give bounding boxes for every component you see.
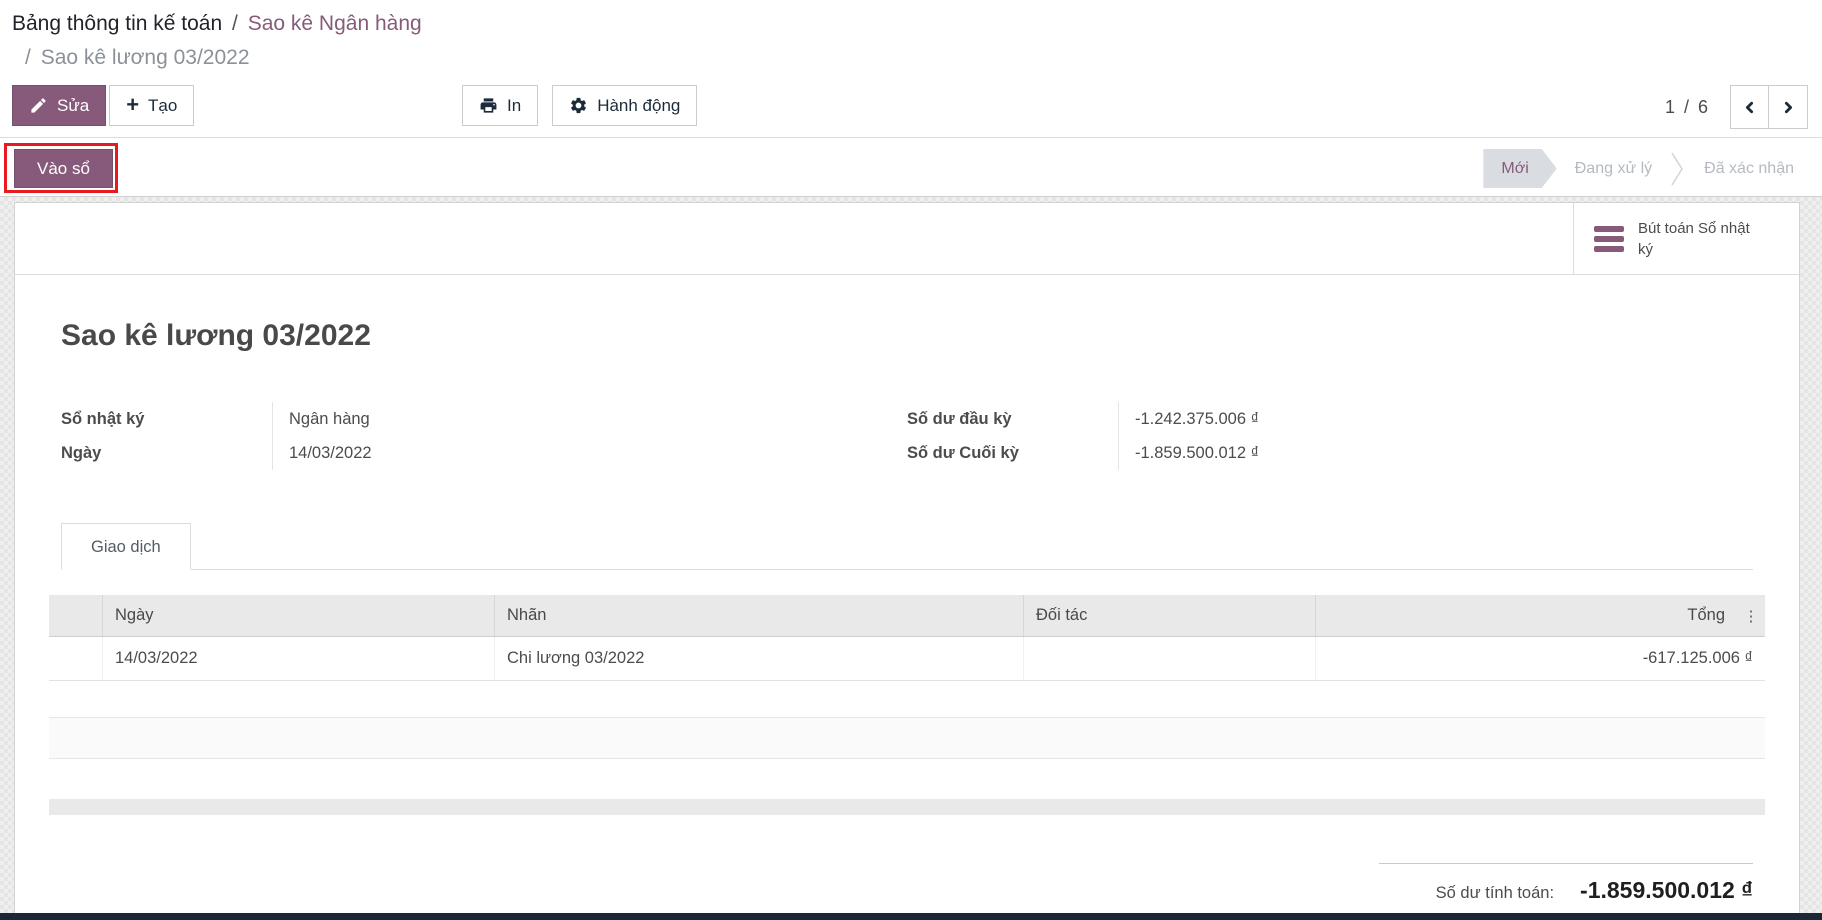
row-date-cell: 14/03/2022: [103, 637, 495, 680]
pager-value: 1 / 6: [1665, 97, 1710, 118]
status-step-processing[interactable]: Đang xử lý: [1557, 149, 1670, 188]
status-step-confirmed[interactable]: Đã xác nhận: [1686, 149, 1812, 188]
date-field-value: 14/03/2022: [272, 436, 532, 470]
statusbar: Vào sổ Mới Đang xử lý Đã xác nhận: [0, 137, 1822, 197]
row-total-cell: -617.125.006 ₫: [1316, 637, 1765, 680]
notebook: Giao dịch Ngày Nhãn Đối tác Tổng ⋮ 14/03…: [61, 522, 1753, 904]
printer-icon: [479, 96, 498, 115]
table-row[interactable]: 14/03/2022 Chi lương 03/2022 -617.125.00…: [49, 637, 1765, 681]
print-button[interactable]: In: [462, 85, 538, 126]
breadcrumb: Bảng thông tin kế toán / Sao kê Ngân hàn…: [0, 0, 1822, 75]
control-panel: Sửa + Tạo In Hành động 1 / 6: [0, 75, 1822, 137]
pencil-icon: [29, 96, 48, 115]
column-header-date[interactable]: Ngày: [103, 595, 495, 636]
statusbar-steps: Mới Đang xử lý Đã xác nhận: [1483, 149, 1812, 188]
step-separator-chevron-icon: [1670, 149, 1686, 188]
computed-balance-value: -1.859.500.012 ₫: [1580, 877, 1753, 904]
action-menu-button[interactable]: Hành động: [552, 85, 697, 126]
breadcrumb-item-bank-statements[interactable]: Sao kê Ngân hàng: [248, 12, 422, 35]
gear-icon: [569, 96, 588, 115]
form-sheet: Bút toán Sổ nhật ký Sao kê lương 03/2022…: [14, 202, 1800, 913]
starting-balance-label: Số dư đầu kỳ: [907, 410, 1118, 429]
computed-balance-label: Số dư tính toán:: [1436, 884, 1554, 903]
breadcrumb-item-current: Sao kê lương 03/2022: [41, 46, 250, 69]
transactions-table: Ngày Nhãn Đối tác Tổng ⋮ 14/03/2022 Chi …: [49, 595, 1765, 815]
button-box: Bút toán Sổ nhật ký: [15, 203, 1799, 275]
ending-balance-value: -1.859.500.012 ₫: [1118, 436, 1378, 470]
pager-previous-button[interactable]: [1730, 85, 1769, 129]
empty-striped-row: [49, 717, 1765, 759]
print-button-label: In: [507, 96, 521, 116]
edit-button[interactable]: Sửa: [12, 85, 106, 126]
journal-entries-bars-icon: [1594, 226, 1624, 252]
status-step-new[interactable]: Mới: [1483, 149, 1556, 188]
tab-transactions[interactable]: Giao dịch: [61, 523, 191, 570]
computed-balance: Số dư tính toán: -1.859.500.012 ₫: [1379, 863, 1753, 904]
field-groups: Sổ nhật ký Ngân hàng Ngày 14/03/2022 Số …: [61, 402, 1753, 470]
journal-field-value: Ngân hàng: [272, 402, 532, 436]
action-menu-button-label: Hành động: [597, 96, 680, 116]
journal-field-label: Sổ nhật ký: [61, 410, 272, 429]
row-handle-cell: [49, 637, 103, 680]
chevron-right-icon: [1780, 99, 1797, 116]
bottom-window-edge-bar: [0, 913, 1822, 920]
create-button[interactable]: + Tạo: [109, 85, 194, 126]
table-header-row: Ngày Nhãn Đối tác Tổng ⋮: [49, 595, 1765, 637]
row-partner-cell: [1024, 637, 1316, 680]
journal-entries-stat-label: Bút toán Sổ nhật ký: [1638, 218, 1758, 260]
column-options-kebab-icon[interactable]: ⋮: [1737, 607, 1765, 625]
column-header-label[interactable]: Nhãn: [495, 595, 1024, 636]
column-header-total[interactable]: Tổng: [1316, 595, 1737, 636]
breadcrumb-separator: /: [228, 12, 242, 35]
empty-filler-row: [49, 759, 1765, 799]
starting-balance-value: -1.242.375.006 ₫: [1118, 402, 1378, 436]
post-button[interactable]: Vào sổ: [14, 149, 113, 188]
form-view-background: Bút toán Sổ nhật ký Sao kê lương 03/2022…: [0, 197, 1822, 913]
row-label-cell: Chi lương 03/2022: [495, 637, 1024, 680]
field-group-left: Sổ nhật ký Ngân hàng Ngày 14/03/2022: [61, 402, 907, 470]
breadcrumb-item-dashboard[interactable]: Bảng thông tin kế toán: [12, 12, 222, 35]
ending-balance-label: Số dư Cuối kỳ: [907, 444, 1118, 463]
column-header-partner[interactable]: Đối tác: [1024, 595, 1316, 636]
edit-button-label: Sửa: [57, 96, 89, 116]
breadcrumb-separator: /: [21, 46, 35, 69]
plus-icon: +: [126, 94, 139, 116]
chevron-left-icon: [1741, 99, 1758, 116]
create-button-label: Tạo: [148, 96, 177, 116]
field-group-right: Số dư đầu kỳ -1.242.375.006 ₫ Số dư Cuối…: [907, 402, 1753, 470]
pager: 1 / 6: [1665, 85, 1808, 129]
pager-next-button[interactable]: [1769, 85, 1808, 129]
journal-entries-stat-button[interactable]: Bút toán Sổ nhật ký: [1573, 203, 1799, 274]
date-field-label: Ngày: [61, 444, 272, 463]
record-title: Sao kê lương 03/2022: [61, 319, 1753, 353]
table-footer-band: [49, 799, 1765, 815]
empty-filler-row: [49, 681, 1765, 717]
handle-column-header: [49, 595, 103, 636]
